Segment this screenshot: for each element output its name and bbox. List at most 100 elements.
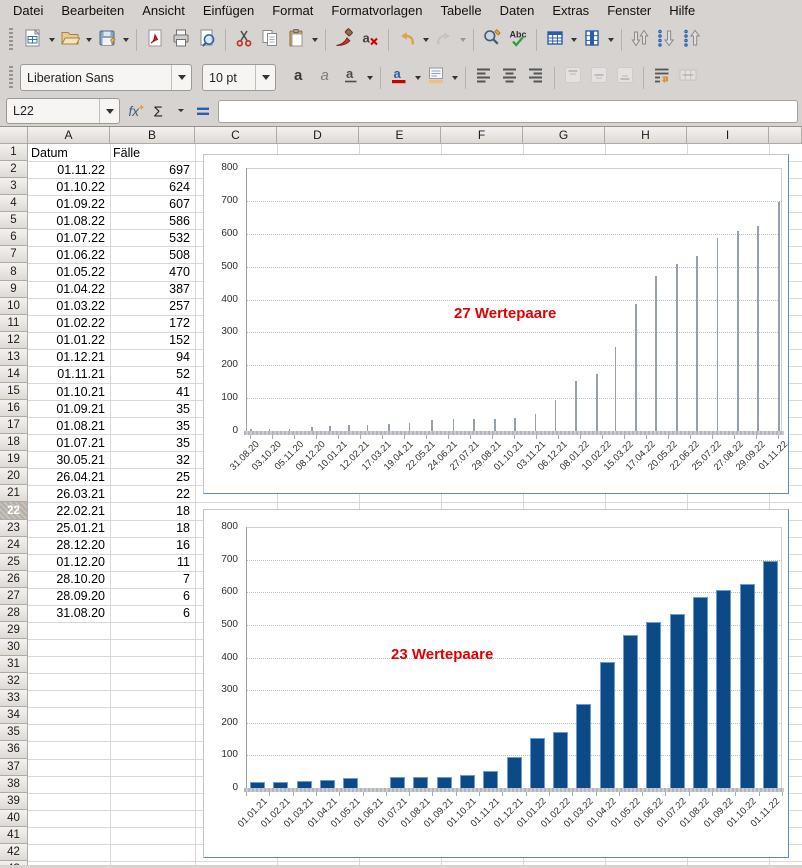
row-header-32[interactable]: 32 (0, 673, 28, 690)
row-header-38[interactable]: 38 (0, 776, 28, 793)
cell-date[interactable]: 01.09.22 (28, 195, 109, 212)
row-header-1[interactable]: 1 (0, 144, 28, 161)
cell-value[interactable]: 172 (110, 315, 194, 332)
print-button[interactable] (168, 27, 194, 53)
toolbar-grip[interactable] (9, 28, 13, 52)
cell-date[interactable]: 28.09.20 (28, 588, 109, 605)
row-header-36[interactable]: 36 (0, 741, 28, 758)
bold-button[interactable]: a (286, 65, 312, 91)
cell-date[interactable]: 01.10.22 (28, 178, 109, 195)
sort-ascending-button[interactable] (679, 27, 705, 53)
row-header-2[interactable]: 2 (0, 161, 28, 178)
font-color-dropdown-icon[interactable] (412, 65, 423, 91)
cell-value[interactable]: 387 (110, 281, 194, 298)
sum-dropdown-button[interactable] (170, 98, 192, 124)
row-header-34[interactable]: 34 (0, 707, 28, 724)
font-color-button[interactable]: a (386, 65, 412, 91)
cell-date[interactable]: 25.01.21 (28, 520, 109, 537)
cell-date[interactable]: 01.07.22 (28, 229, 109, 246)
cell-date[interactable]: 01.08.21 (28, 417, 109, 434)
cell-value[interactable]: 257 (110, 298, 194, 315)
cell-a1-datum[interactable]: Datum (28, 144, 109, 161)
cell-value[interactable]: 470 (110, 263, 194, 280)
wrap-text-button[interactable] (649, 65, 675, 91)
cell-value[interactable]: 94 (110, 349, 194, 366)
insert-column-button[interactable] (579, 27, 605, 53)
cell-date[interactable]: 01.09.21 (28, 400, 109, 417)
toolbar-grip[interactable] (9, 66, 13, 90)
row-header-43[interactable]: 43 (0, 861, 28, 865)
cell-value[interactable]: 18 (110, 520, 194, 537)
column-header-D[interactable]: D (277, 127, 359, 144)
menu-item-extras[interactable]: Extras (543, 1, 598, 21)
font-size-dropdown-icon[interactable] (255, 65, 275, 90)
cell-date[interactable]: 01.10.21 (28, 383, 109, 400)
row-header-20[interactable]: 20 (0, 468, 28, 485)
column-header-H[interactable]: H (605, 127, 687, 144)
row-header-14[interactable]: 14 (0, 366, 28, 383)
underline-button[interactable]: a (338, 65, 364, 91)
row-header-22[interactable]: 22 (0, 502, 28, 519)
insert-column-dropdown-icon[interactable] (605, 27, 616, 53)
row-header-11[interactable]: 11 (0, 315, 28, 332)
row-header-26[interactable]: 26 (0, 571, 28, 588)
new-document-button[interactable] (20, 27, 46, 53)
row-header-29[interactable]: 29 (0, 622, 28, 639)
sort-button[interactable] (627, 27, 653, 53)
highlighting-button[interactable] (423, 65, 449, 91)
cell-date[interactable]: 01.05.22 (28, 263, 109, 280)
underline-dropdown-icon[interactable] (364, 65, 375, 91)
highlighting-dropdown-icon[interactable] (449, 65, 460, 91)
cell-value[interactable]: 18 (110, 502, 194, 519)
cell-value[interactable]: 35 (110, 400, 194, 417)
font-name-combo[interactable]: Liberation Sans (20, 64, 192, 91)
row-header-8[interactable]: 8 (0, 263, 28, 280)
undo-button[interactable] (394, 27, 420, 53)
cell-value[interactable]: 16 (110, 537, 194, 554)
cell-value[interactable]: 41 (110, 383, 194, 400)
cell-date[interactable]: 01.12.21 (28, 349, 109, 366)
cell-date[interactable]: 30.05.21 (28, 451, 109, 468)
chart-23-wertepaare[interactable]: 010020030040050060070080001.01.2101.02.2… (203, 509, 789, 858)
cell-date[interactable]: 26.03.21 (28, 485, 109, 502)
cell-date[interactable]: 01.12.20 (28, 554, 109, 571)
column-header-B[interactable]: B (110, 127, 195, 144)
menu-item-tabelle[interactable]: Tabelle (431, 1, 490, 21)
cell-date[interactable]: 28.10.20 (28, 571, 109, 588)
clear-formatting-button[interactable]: a (357, 27, 383, 53)
cell-date[interactable]: 01.08.22 (28, 212, 109, 229)
cell-date[interactable]: 01.11.22 (28, 161, 109, 178)
clone-formatting-button[interactable] (331, 27, 357, 53)
cell-value[interactable]: 22 (110, 485, 194, 502)
row-header-28[interactable]: 28 (0, 605, 28, 622)
cell-b1-faelle[interactable]: Fälle (110, 144, 194, 161)
menu-item-format[interactable]: Format (263, 1, 322, 21)
cell-value[interactable]: 25 (110, 468, 194, 485)
italic-button[interactable]: a (312, 65, 338, 91)
sum-button[interactable]: Σ (148, 98, 170, 124)
row-header-4[interactable]: 4 (0, 195, 28, 212)
paste-button[interactable] (283, 27, 309, 53)
column-header-G[interactable]: G (523, 127, 605, 144)
column-header-A[interactable]: A (28, 127, 110, 144)
row-header-24[interactable]: 24 (0, 537, 28, 554)
row-header-27[interactable]: 27 (0, 588, 28, 605)
new-document-dropdown-icon[interactable] (46, 27, 57, 53)
print-preview-button[interactable] (194, 27, 220, 53)
row-header-30[interactable]: 30 (0, 639, 28, 656)
cell-date[interactable]: 01.04.22 (28, 281, 109, 298)
row-header-10[interactable]: 10 (0, 298, 28, 315)
cell-value[interactable]: 532 (110, 229, 194, 246)
menu-item-datei[interactable]: Datei (4, 1, 52, 21)
column-header-I[interactable]: I (687, 127, 769, 144)
column-header-C[interactable]: C (195, 127, 277, 144)
row-header-39[interactable]: 39 (0, 793, 28, 810)
cell-date[interactable]: 22.02.21 (28, 502, 109, 519)
cell-value[interactable]: 52 (110, 366, 194, 383)
cell-value[interactable]: 697 (110, 161, 194, 178)
row-header-3[interactable]: 3 (0, 178, 28, 195)
row-header-12[interactable]: 12 (0, 332, 28, 349)
column-header-E[interactable]: E (359, 127, 441, 144)
row-header-35[interactable]: 35 (0, 724, 28, 741)
formula-input[interactable] (218, 100, 798, 123)
